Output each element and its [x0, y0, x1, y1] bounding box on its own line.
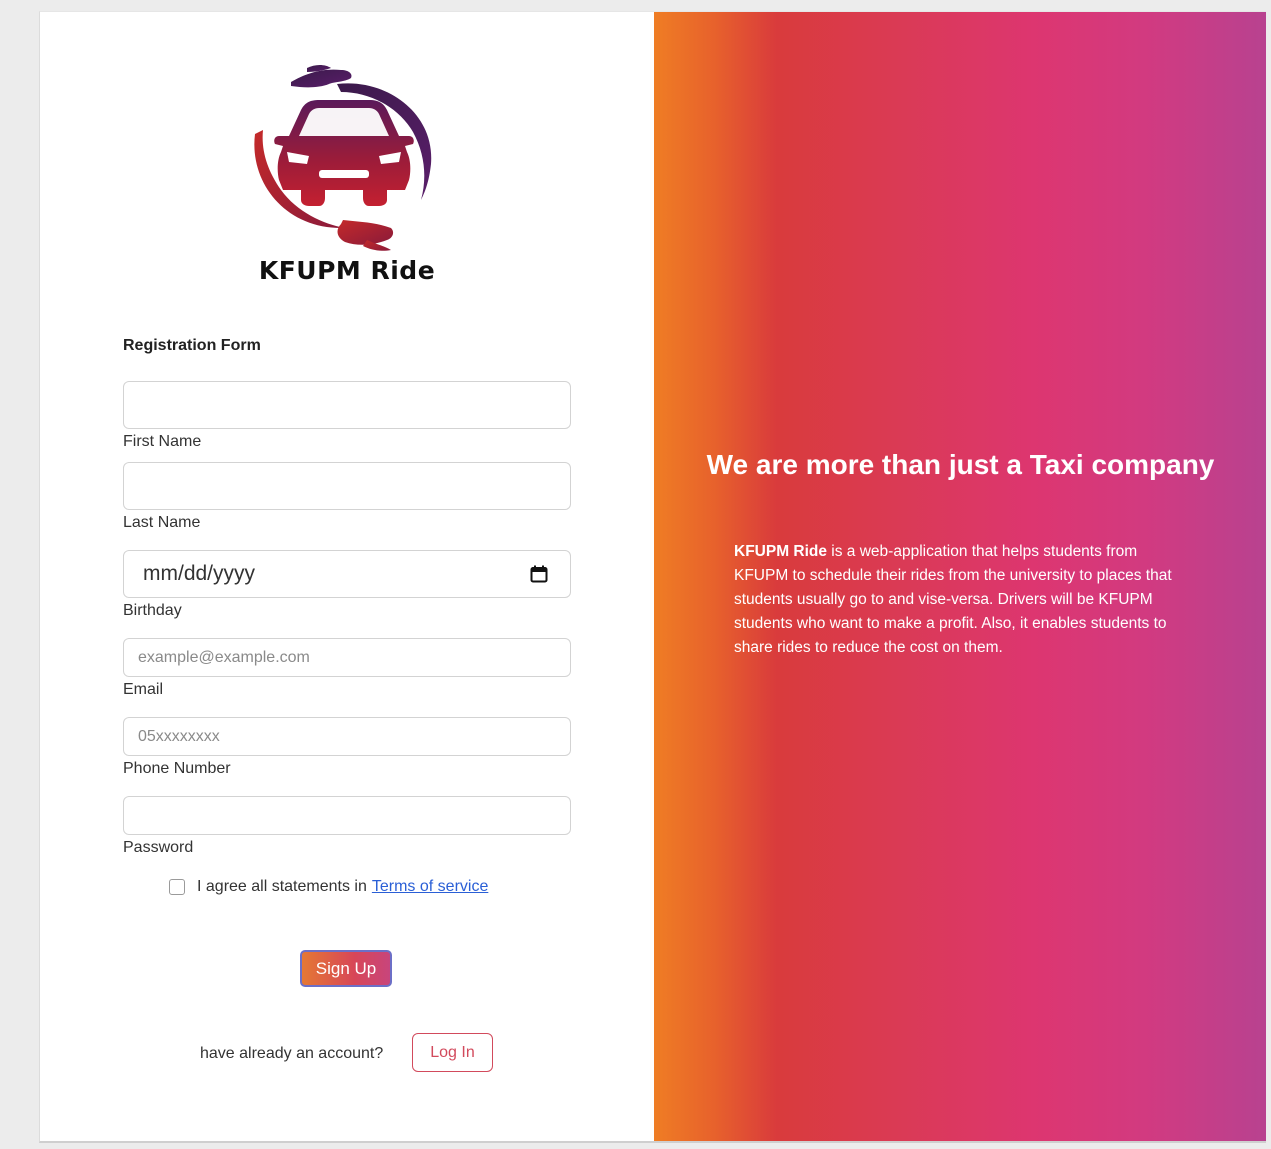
phone-label: Phone Number — [123, 760, 231, 777]
brand-name: KFUPM Ride — [258, 256, 436, 285]
email-label: Email — [123, 681, 164, 698]
birthday-input[interactable]: mm/dd/yyyy — [123, 550, 571, 598]
password-input[interactable] — [123, 796, 571, 835]
page: KFUPM Ride Registration Form First Name … — [0, 0, 1271, 1149]
first-name-label: First Name — [123, 433, 202, 450]
phone-input[interactable] — [123, 717, 571, 756]
first-name-input[interactable] — [123, 381, 571, 429]
email-input[interactable] — [123, 638, 571, 677]
terms-checkbox[interactable] — [169, 879, 185, 895]
registration-card: KFUPM Ride Registration Form First Name … — [39, 11, 1266, 1143]
form-title: Registration Form — [123, 337, 261, 354]
promo-panel: We are more than just a Taxi company KFU… — [654, 12, 1266, 1141]
password-label: Password — [123, 839, 194, 856]
car-with-hands-icon — [254, 65, 432, 251]
last-name-input[interactable] — [123, 462, 571, 510]
promo-description: KFUPM Ride is a web-application that hel… — [734, 540, 1194, 660]
birthday-label: Birthday — [123, 602, 182, 619]
promo-headline: We are more than just a Taxi company — [706, 449, 1215, 480]
sign-up-button[interactable]: Sign Up — [300, 950, 392, 987]
log-in-button[interactable]: Log In — [412, 1033, 493, 1072]
terms-agreement: I agree all statements in Terms of servi… — [169, 876, 488, 898]
last-name-label: Last Name — [123, 514, 201, 531]
calendar-icon[interactable] — [530, 565, 548, 583]
terms-text: I agree all statements in — [197, 878, 367, 895]
already-account-text: have already an account? — [200, 1045, 384, 1062]
birthday-placeholder: mm/dd/yyyy — [143, 562, 256, 585]
terms-of-service-link[interactable]: Terms of service — [372, 878, 488, 896]
form-panel: KFUPM Ride Registration Form First Name … — [40, 12, 654, 1141]
promo-brand-name: KFUPM Ride — [734, 543, 827, 560]
